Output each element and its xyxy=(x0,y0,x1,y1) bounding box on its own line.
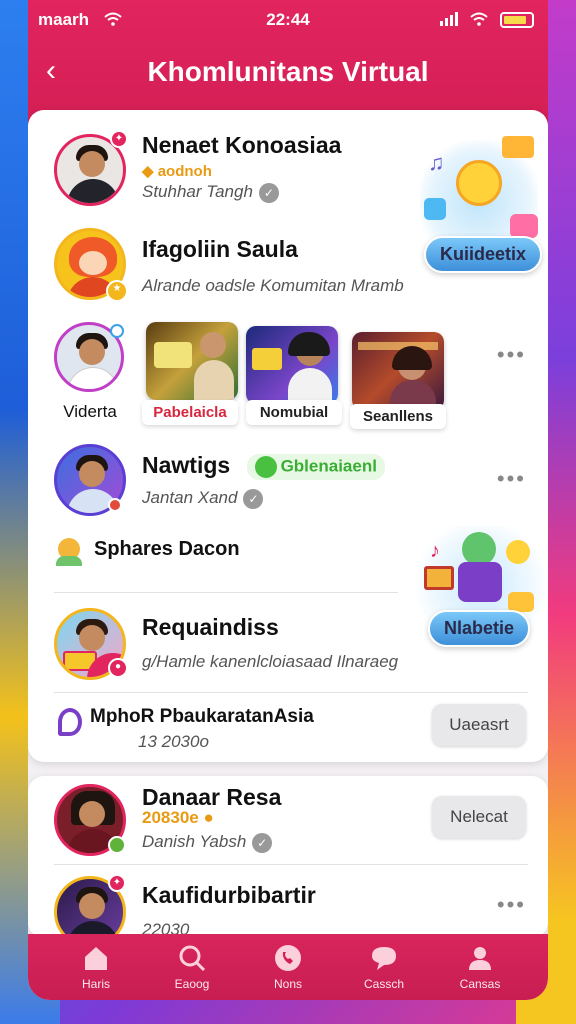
tab-calls[interactable]: Nons xyxy=(243,943,333,991)
home-icon xyxy=(85,947,107,970)
status-bar: maarh 22:44 xyxy=(38,10,538,32)
character-icon xyxy=(462,532,496,566)
sticker-label: Nlabetie xyxy=(428,610,531,647)
tab-search[interactable]: Eaoog xyxy=(147,943,237,991)
item-tag: ◆ aodnoh xyxy=(142,163,212,180)
more-options-button[interactable]: ••• xyxy=(497,342,526,368)
sticker-label: Kuiideetix xyxy=(424,236,543,273)
block-icon xyxy=(508,592,534,612)
tab-label: Cassch xyxy=(363,977,404,991)
tab-profile[interactable]: Cansas xyxy=(435,943,525,991)
chat-icon xyxy=(254,455,277,478)
status-time: 22:44 xyxy=(266,10,310,29)
item-name: Danaar Resa xyxy=(142,784,282,810)
crown-icon xyxy=(502,136,534,158)
item-subtitle: Stuhhar Tangh ✓ xyxy=(142,182,279,203)
item-tag: 20830e ● xyxy=(142,808,214,827)
divider xyxy=(54,592,398,593)
item-name: Nenaet Konoasiaa xyxy=(142,132,342,158)
music-note-icon: ♪ xyxy=(430,540,440,562)
signal-icon xyxy=(440,12,458,26)
more-options-button[interactable]: ••• xyxy=(497,892,526,918)
notification-badge: ● xyxy=(108,658,128,678)
sun-icon xyxy=(456,160,502,206)
radio-icon xyxy=(424,566,454,590)
notification-badge: ✦ xyxy=(110,130,128,148)
sphares-label: Sphares Dacon xyxy=(94,538,240,560)
check-icon: ✓ xyxy=(258,182,279,203)
item-tag-text: 20830e xyxy=(142,808,199,827)
app-title: MphoR PbaukaratanAsia xyxy=(90,706,314,727)
tab-label: Cansas xyxy=(459,977,501,991)
app-count: 13 2030o xyxy=(138,732,209,751)
item-subtitle: Jantan Xand ✓ xyxy=(142,488,264,509)
online-indicator xyxy=(110,324,124,338)
item-subtitle: g/Hamle kanenlcloiasaad Ilnaraeg xyxy=(142,652,399,671)
check-icon: ✓ xyxy=(252,832,273,853)
story-label: Viderta xyxy=(63,402,117,421)
story-label: Pabelaicla xyxy=(142,400,238,425)
page-title: Khomlunitans Virtual xyxy=(147,56,429,87)
search-icon xyxy=(179,945,206,972)
item-subtitle: Alrande oadsle Komumitan Mramb xyxy=(142,276,404,295)
tab-label: Eaoog xyxy=(174,977,210,991)
tab-home[interactable]: Haris xyxy=(51,943,141,991)
item-tag-text: aodnoh xyxy=(157,163,212,180)
story-label: Nomubial xyxy=(246,400,342,425)
app-action-button[interactable]: Uaeasrt xyxy=(432,704,526,746)
divider xyxy=(54,864,528,865)
bottom-tab-bar: Haris Eaoog Nons Cassch Cansas xyxy=(28,934,548,1000)
item-name-text: Nawtigs xyxy=(142,452,231,478)
tab-label: Haris xyxy=(81,977,110,991)
story-label: Seanllens xyxy=(350,404,446,429)
tab-messages[interactable]: Cassch xyxy=(339,943,429,991)
more-options-button[interactable]: ••• xyxy=(497,466,526,492)
block-icon xyxy=(424,198,446,220)
story-thumbnail[interactable] xyxy=(352,332,444,410)
community-list-card: ✦ Nenaet Konoasiaa ◆ aodnoh Stuhhar Tang… xyxy=(28,110,548,762)
status-dot xyxy=(108,836,126,854)
item-name: Nawtigs Gblenaiaenl xyxy=(142,452,385,480)
community-list-card-2: Danaar Resa 20830e ● Danish Yabsh ✓ Nelec… xyxy=(28,776,548,948)
phone-screen: maarh 22:44 ‹ Khomlunitans Virtual ✦ Nen… xyxy=(28,0,548,1000)
divider xyxy=(54,692,528,693)
app-header: maarh 22:44 ‹ Khomlunitans Virtual xyxy=(28,0,548,125)
item-subtitle-text: Stuhhar Tangh xyxy=(142,182,253,201)
star-badge: ★ xyxy=(106,280,128,302)
app-logo-icon xyxy=(58,708,82,736)
music-note-icon: ♫ xyxy=(428,150,445,175)
tab-label: Nons xyxy=(273,977,302,991)
sun-icon xyxy=(506,540,530,564)
item-name: Ifagoliin Saula xyxy=(142,236,298,262)
row-action-button[interactable]: Nelecat xyxy=(432,796,526,838)
story-thumbnail[interactable] xyxy=(146,322,238,400)
item-subtitle: Danish Yabsh ✓ xyxy=(142,832,273,853)
character-body xyxy=(458,562,502,602)
chat-icon xyxy=(372,947,396,970)
item-name: Kaufidurbibartir xyxy=(142,882,316,908)
notification-badge: ✦ xyxy=(108,874,126,892)
item-subtitle-text: Jantan Xand xyxy=(142,488,238,507)
status-dot xyxy=(108,498,122,512)
phone-icon xyxy=(275,945,301,971)
profile-icon xyxy=(469,947,491,970)
user-icon-body xyxy=(56,556,82,566)
block-icon xyxy=(510,214,538,238)
pill-text: Gblenaiaenl xyxy=(280,456,377,476)
check-icon: ✓ xyxy=(243,488,264,509)
item-name: Requaindiss xyxy=(142,614,279,640)
battery-icon xyxy=(500,12,534,28)
story-thumbnail[interactable] xyxy=(246,326,338,404)
item-subtitle-text: Danish Yabsh xyxy=(142,832,247,851)
wifi-icon xyxy=(470,12,488,26)
green-status-pill: Gblenaiaenl xyxy=(246,453,385,480)
